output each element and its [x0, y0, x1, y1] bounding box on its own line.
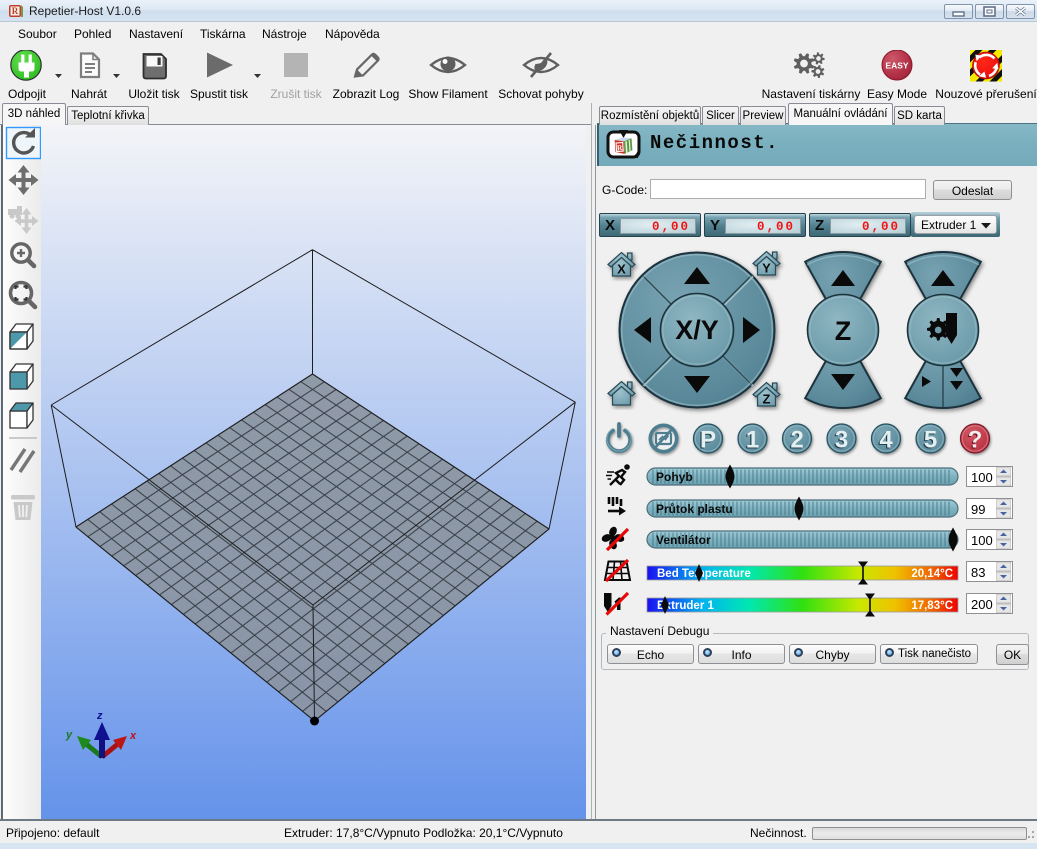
svg-text:3: 3	[835, 427, 848, 454]
svg-text:17,83°C: 17,83°C	[911, 600, 953, 612]
svg-text:R: R	[12, 6, 19, 16]
svg-text:1: 1	[746, 427, 759, 454]
svg-text:20,14°C: 20,14°C	[911, 568, 953, 580]
svg-text:Bed Temperature: Bed Temperature	[657, 568, 751, 580]
svg-text:4: 4	[879, 427, 893, 454]
svg-text:z: z	[96, 710, 103, 722]
svg-text:X: X	[617, 262, 626, 277]
svg-text:Průtok plastu: Průtok plastu	[656, 502, 733, 516]
svg-text:?: ?	[968, 427, 983, 454]
svg-text:Y: Y	[762, 261, 771, 276]
svg-text:Z: Z	[835, 316, 852, 346]
svg-text:X/Y: X/Y	[675, 315, 719, 345]
svg-text:EASY: EASY	[885, 61, 908, 71]
svg-text:P: P	[700, 427, 716, 454]
svg-text:2: 2	[790, 427, 803, 454]
svg-text:Z: Z	[763, 392, 771, 407]
svg-text:5: 5	[924, 427, 937, 454]
svg-text:y: y	[65, 729, 73, 741]
svg-text:Pohyb: Pohyb	[656, 470, 693, 484]
svg-text:Ventilátor: Ventilátor	[656, 533, 711, 547]
svg-text:x: x	[129, 730, 137, 742]
